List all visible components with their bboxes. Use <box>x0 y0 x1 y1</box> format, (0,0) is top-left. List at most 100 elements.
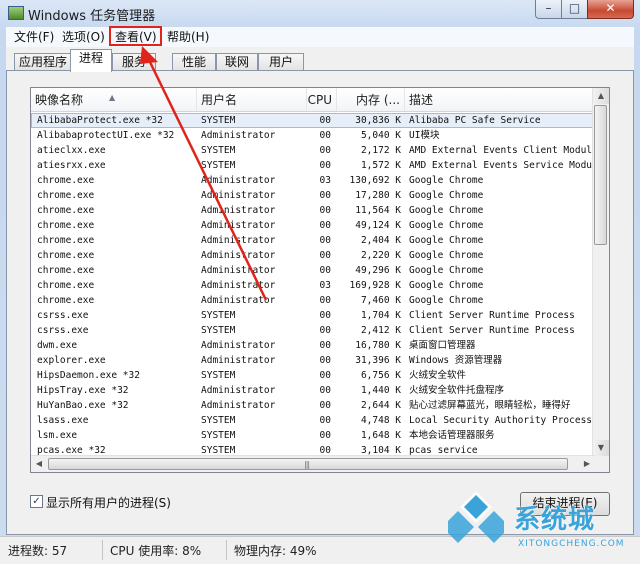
process-user: Administrator <box>201 130 276 141</box>
process-row[interactable]: chrome.exe Administrator 00 11,564 K Google … <box>31 203 595 218</box>
process-cpu: 00 <box>319 355 331 366</box>
process-memory: 31,396 K <box>355 355 401 366</box>
window-title: Windows 任务管理器 <box>28 9 156 24</box>
process-row[interactable]: HipsDaemon.exe *32 SYSTEM 00 6,756 K 火绒安全软件 <box>31 368 595 383</box>
process-description: Alibaba PC Safe Service <box>409 115 541 126</box>
process-row[interactable]: AlibabaprotectUI.exe *32 Administrator 00 5… <box>31 128 595 143</box>
process-cpu: 00 <box>319 205 331 216</box>
process-memory: 6,756 K <box>360 370 401 381</box>
process-user: Administrator <box>201 250 276 261</box>
process-name: HipsTray.exe *32 <box>37 385 129 396</box>
tab-applications[interactable]: 应用程序 <box>14 53 72 71</box>
process-memory: 1,704 K <box>360 310 401 321</box>
watermark-text: 系统城 <box>514 505 596 535</box>
process-name: lsm.exe <box>37 430 78 441</box>
process-name: chrome.exe <box>37 280 95 291</box>
process-list[interactable]: 映像名称 ▲ 用户名 CPU 内存 (... 描述 AlibabaProtect… <box>30 87 610 473</box>
scroll-corner <box>593 456 609 472</box>
process-user: SYSTEM <box>201 415 236 426</box>
process-memory: 2,404 K <box>360 235 401 246</box>
process-row[interactable]: dwm.exe Administrator 00 16,780 K 桌面窗口管理器 <box>31 338 595 353</box>
tab-strip: 应用程序 进程 服务 性能 联网 用户 <box>6 47 634 72</box>
process-cpu: 00 <box>319 400 331 411</box>
tab-networking[interactable]: 联网 <box>216 53 258 71</box>
tab-users[interactable]: 用户 <box>258 53 304 71</box>
watermark-logo: 系统城 XITONGCHENG.COM <box>448 489 634 561</box>
process-description: AMD External Events Service Module <box>409 160 595 171</box>
scroll-up-icon[interactable]: ▲ <box>593 88 609 104</box>
menu-options[interactable]: 选项(O) <box>62 29 105 45</box>
process-row[interactable]: HuYanBao.exe *32 Administrator 00 2,644 K 贴心… <box>31 398 595 413</box>
process-row[interactable]: chrome.exe Administrator 00 7,460 K Google C… <box>31 293 595 308</box>
process-row[interactable]: lsm.exe SYSTEM 00 1,648 K 本地会话管理器服务 <box>31 428 595 443</box>
process-name: explorer.exe <box>37 355 106 366</box>
process-row[interactable]: chrome.exe Administrator 03 169,928 K Google… <box>31 278 595 293</box>
show-all-users-checkbox[interactable]: ✓ <box>30 495 43 508</box>
process-row[interactable]: AlibabaProtect.exe *32 SYSTEM 00 30,836 K Al… <box>31 113 595 128</box>
process-cpu: 00 <box>319 145 331 156</box>
horizontal-scroll-thumb[interactable]: ||| <box>48 458 568 470</box>
menu-help[interactable]: 帮助(H) <box>167 29 209 45</box>
process-description: 火绒安全软件托盘程序 <box>409 385 505 396</box>
scroll-down-icon[interactable]: ▼ <box>593 440 609 456</box>
process-user: Administrator <box>201 265 276 276</box>
title-bar[interactable]: Windows 任务管理器 – □ ✕ <box>0 0 640 26</box>
process-user: SYSTEM <box>201 310 236 321</box>
process-row[interactable]: atiesrxx.exe SYSTEM 00 1,572 K AMD External … <box>31 158 595 173</box>
process-row[interactable]: csrss.exe SYSTEM 00 1,704 K Client Server Ru… <box>31 308 595 323</box>
process-description: 本地会话管理器服务 <box>409 430 495 441</box>
process-memory: 169,928 K <box>349 280 401 291</box>
vertical-scroll-thumb[interactable] <box>594 105 607 245</box>
process-row[interactable]: lsass.exe SYSTEM 00 4,748 K Local Security A… <box>31 413 595 428</box>
process-row[interactable]: atieclxx.exe SYSTEM 00 2,172 K AMD External … <box>31 143 595 158</box>
process-cpu: 03 <box>319 175 331 186</box>
process-row[interactable]: HipsTray.exe *32 Administrator 00 1,440 K 火绒… <box>31 383 595 398</box>
process-row[interactable]: csrss.exe SYSTEM 00 2,412 K Client Server Ru… <box>31 323 595 338</box>
tab-processes[interactable]: 进程 <box>70 49 112 72</box>
process-user: Administrator <box>201 295 276 306</box>
process-row[interactable]: chrome.exe Administrator 00 2,404 K Google C… <box>31 233 595 248</box>
process-description: Google Chrome <box>409 220 484 231</box>
process-cpu: 00 <box>319 430 331 441</box>
column-cpu[interactable]: CPU <box>307 88 337 111</box>
horizontal-scrollbar[interactable]: ◀ ||| ▶ <box>31 455 595 472</box>
process-user: Administrator <box>201 385 276 396</box>
column-memory[interactable]: 内存 (... <box>337 88 405 111</box>
process-cpu: 00 <box>319 415 331 426</box>
process-cpu: 00 <box>319 190 331 201</box>
process-description: 火绒安全软件 <box>409 370 467 381</box>
process-row[interactable]: chrome.exe Administrator 00 49,124 K Google … <box>31 218 595 233</box>
process-row[interactable]: chrome.exe Administrator 00 2,220 K Google C… <box>31 248 595 263</box>
column-description[interactable]: 描述 <box>405 88 595 111</box>
tab-performance[interactable]: 性能 <box>172 53 216 71</box>
column-image-name[interactable]: 映像名称 ▲ <box>31 88 197 111</box>
process-memory: 5,040 K <box>360 130 401 141</box>
process-memory: 49,296 K <box>355 265 401 276</box>
process-name: chrome.exe <box>37 220 95 231</box>
process-cpu: 00 <box>319 310 331 321</box>
minimize-button[interactable]: – <box>535 0 562 19</box>
column-user-name[interactable]: 用户名 <box>197 88 307 111</box>
process-cpu: 00 <box>319 295 331 306</box>
process-name: csrss.exe <box>37 325 89 336</box>
process-row[interactable]: chrome.exe Administrator 00 17,280 K Google … <box>31 188 595 203</box>
process-name: csrss.exe <box>37 310 89 321</box>
vertical-scrollbar[interactable]: ▲ ▼ <box>592 88 609 456</box>
process-cpu: 00 <box>319 265 331 276</box>
status-divider <box>226 540 227 560</box>
maximize-button[interactable]: □ <box>561 0 588 19</box>
scroll-left-icon[interactable]: ◀ <box>31 456 47 472</box>
process-name: chrome.exe <box>37 190 95 201</box>
process-row[interactable]: chrome.exe Administrator 03 130,692 K Google… <box>31 173 595 188</box>
process-row[interactable]: explorer.exe Administrator 00 31,396 K Windo… <box>31 353 595 368</box>
process-name: chrome.exe <box>37 235 95 246</box>
process-user: Administrator <box>201 355 276 366</box>
tab-services[interactable]: 服务 <box>112 53 156 71</box>
status-divider <box>102 540 103 560</box>
process-memory: 49,124 K <box>355 220 401 231</box>
close-button[interactable]: ✕ <box>587 0 634 19</box>
menu-file[interactable]: 文件(F) <box>14 29 54 45</box>
process-description: Local Security Authority Process <box>409 415 593 426</box>
process-row[interactable]: chrome.exe Administrator 00 49,296 K Google … <box>31 263 595 278</box>
process-user: Administrator <box>201 280 276 291</box>
